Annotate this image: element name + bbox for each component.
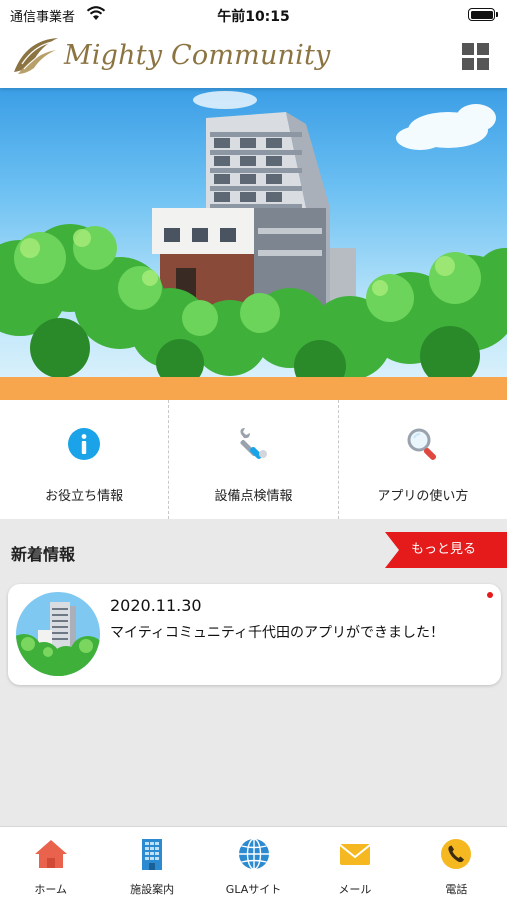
tab-label: ホーム — [34, 883, 68, 896]
tab-facility[interactable]: 施設案内 — [101, 827, 202, 900]
quick-menu: お役立ち情報 設備点検情報 アプリの使い方 — [0, 400, 507, 519]
quick-menu-inspection-info[interactable]: 設備点検情報 — [168, 400, 337, 519]
globe-icon — [238, 838, 269, 870]
app-header: Mighty Community — [0, 30, 507, 88]
tab-label: GLAサイト — [225, 883, 282, 896]
grid-menu-icon[interactable] — [462, 43, 489, 70]
quick-menu-label: アプリの使い方 — [377, 489, 469, 504]
quick-menu-how-to-use[interactable]: アプリの使い方 — [337, 400, 507, 519]
news-section-title: 新着情報 — [11, 545, 76, 564]
wrench-icon — [240, 428, 268, 460]
tab-label: メール — [338, 883, 372, 896]
news-date: 2020.11.30 — [110, 596, 202, 615]
tab-gla-site[interactable]: GLAサイト — [203, 827, 304, 900]
info-icon — [68, 428, 101, 460]
battery-icon — [468, 8, 498, 21]
tab-home[interactable]: ホーム — [0, 827, 101, 900]
news-card[interactable]: 2020.11.30 マイティコミュニティ千代田のアプリができました！ — [8, 584, 501, 685]
status-time: 午前10:15 — [217, 9, 290, 25]
see-more-button[interactable]: もっと見る — [385, 532, 507, 568]
magnifier-icon — [407, 428, 436, 461]
hero-building-image — [0, 88, 507, 377]
status-bar: 通信事業者 午前10:15 — [0, 0, 507, 30]
unread-indicator — [487, 592, 493, 598]
news-headline: マイティコミュニティ千代田のアプリができました！ — [110, 625, 445, 641]
accent-band — [0, 377, 507, 400]
app-logo-text: Mighty Community — [64, 40, 331, 71]
tab-label: 施設案内 — [130, 883, 175, 896]
mail-icon — [339, 844, 371, 865]
quick-menu-useful-info[interactable]: お役立ち情報 — [0, 400, 168, 519]
home-icon — [34, 840, 67, 868]
building-icon — [142, 839, 163, 870]
wing-logo-icon — [14, 38, 58, 74]
quick-menu-label: 設備点検情報 — [214, 489, 293, 504]
tab-label: 電話 — [445, 883, 468, 896]
bottom-tab-bar: ホーム 施設案内 GLAサイト メール 電話 — [0, 826, 507, 900]
quick-menu-label: お役立ち情報 — [45, 489, 124, 504]
news-thumbnail — [16, 592, 100, 676]
phone-icon — [441, 839, 472, 869]
tab-phone[interactable]: 電話 — [406, 827, 507, 900]
tab-mail[interactable]: メール — [304, 827, 405, 900]
